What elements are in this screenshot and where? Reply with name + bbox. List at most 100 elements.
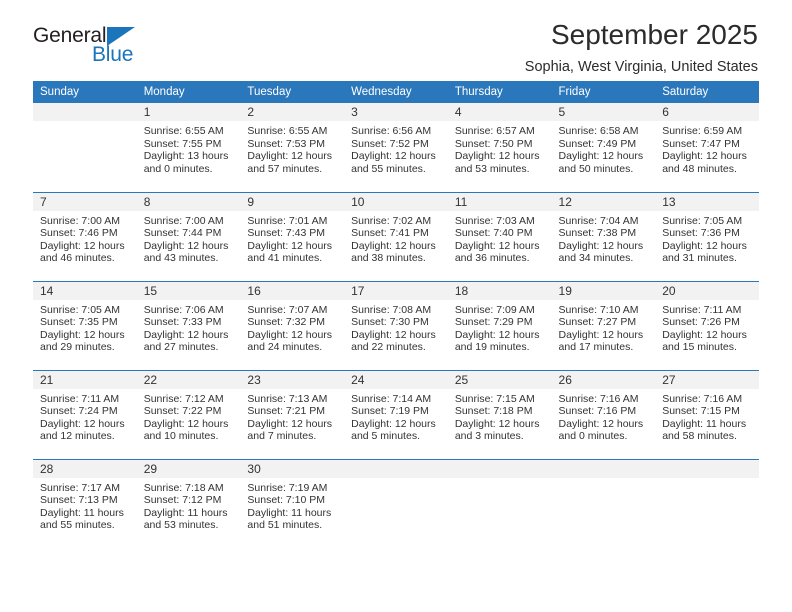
calendar-week-row: 28 Sunrise: 7:17 AM Sunset: 7:13 PM Dayligh… (33, 458, 759, 548)
sunset-time: Sunset: 7:29 PM (454, 316, 533, 329)
calendar-day-cell[interactable]: 26 Sunrise: 7:16 AM Sunset: 7:16 PM Dayligh… (551, 369, 656, 459)
day-sun-info: Sunrise: 7:07 AM Sunset: 7:32 PM Daylight:… (240, 300, 344, 354)
calendar-day-cell[interactable]: 14 Sunrise: 7:05 AM Sunset: 7:35 PM Dayligh… (33, 280, 137, 370)
daylight-duration-line2: and 53 minutes. (454, 162, 530, 175)
day-sun-info: Sunrise: 6:58 AM Sunset: 7:49 PM Daylight:… (552, 121, 656, 175)
calendar-day-cell[interactable]: 11 Sunrise: 7:03 AM Sunset: 7:40 PM Dayligh… (447, 191, 552, 281)
weekday-header-friday: Friday (551, 81, 656, 103)
calendar-day-cell[interactable]: 19 Sunrise: 7:10 AM Sunset: 7:27 PM Dayligh… (551, 280, 656, 370)
sunset-time: Sunset: 7:38 PM (558, 227, 637, 240)
daylight-duration-line2: and 22 minutes. (351, 341, 426, 354)
calendar-day-cell[interactable]: 22 Sunrise: 7:12 AM Sunset: 7:22 PM Dayligh… (136, 369, 241, 459)
calendar-body: 1 Sunrise: 6:55 AM Sunset: 7:55 PM Daylight… (33, 103, 759, 548)
sunrise-time: Sunrise: 7:04 AM (558, 214, 639, 227)
sunrise-time: Sunrise: 7:05 AM (40, 303, 120, 316)
day-number (344, 459, 448, 478)
daylight-duration-line2: and 3 minutes. (454, 430, 524, 443)
daylight-duration-line2: and 5 minutes. (351, 430, 420, 443)
calendar-day-cell[interactable]: 7 Sunrise: 7:00 AM Sunset: 7:46 PM Daylight… (33, 191, 137, 281)
calendar-day-cell[interactable]: 24 Sunrise: 7:14 AM Sunset: 7:19 PM Dayligh… (344, 369, 448, 459)
day-cell-inner: 14 Sunrise: 7:05 AM Sunset: 7:35 PM Dayligh… (33, 281, 137, 370)
calendar-day-cell[interactable]: 23 Sunrise: 7:13 AM Sunset: 7:21 PM Dayligh… (240, 369, 345, 459)
daylight-duration-line2: and 55 minutes. (351, 162, 426, 175)
daylight-duration-line2: and 36 minutes. (454, 252, 530, 265)
calendar-day-cell[interactable]: 28 Sunrise: 7:17 AM Sunset: 7:13 PM Dayligh… (33, 458, 137, 548)
calendar-empty-cell (33, 103, 137, 192)
calendar-day-cell[interactable]: 4 Sunrise: 6:57 AM Sunset: 7:50 PM Daylight… (447, 103, 552, 192)
daylight-duration-line1: Daylight: 12 hours (454, 328, 540, 341)
calendar-day-cell[interactable]: 13 Sunrise: 7:05 AM Sunset: 7:36 PM Dayligh… (655, 191, 759, 281)
daylight-duration-line1: Daylight: 11 hours (143, 506, 228, 519)
calendar-day-cell[interactable]: 3 Sunrise: 6:56 AM Sunset: 7:52 PM Daylight… (344, 103, 448, 192)
day-number: 7 (33, 192, 137, 211)
calendar-day-cell[interactable]: 21 Sunrise: 7:11 AM Sunset: 7:24 PM Dayligh… (33, 369, 137, 459)
sunset-time: Sunset: 7:35 PM (40, 316, 118, 329)
sunset-time: Sunset: 7:26 PM (662, 316, 740, 329)
daylight-duration-line2: and 19 minutes. (454, 341, 530, 354)
day-number: 27 (655, 370, 759, 389)
day-number (551, 459, 656, 478)
sunset-time: Sunset: 7:36 PM (662, 227, 740, 240)
calendar-day-cell[interactable]: 16 Sunrise: 7:07 AM Sunset: 7:32 PM Dayligh… (240, 280, 345, 370)
daylight-duration-line1: Daylight: 12 hours (454, 239, 540, 252)
sunrise-time: Sunrise: 7:12 AM (143, 392, 224, 405)
calendar-day-cell[interactable]: 18 Sunrise: 7:09 AM Sunset: 7:29 PM Dayligh… (447, 280, 552, 370)
sunrise-time: Sunrise: 7:14 AM (351, 392, 432, 405)
sunset-time: Sunset: 7:33 PM (143, 316, 222, 329)
daylight-duration-line2: and 29 minutes. (40, 341, 115, 354)
day-cell-inner: 9 Sunrise: 7:01 AM Sunset: 7:43 PM Daylight… (240, 192, 345, 281)
day-cell-inner: 12 Sunrise: 7:04 AM Sunset: 7:38 PM Dayligh… (551, 192, 656, 281)
calendar-day-cell[interactable]: 1 Sunrise: 6:55 AM Sunset: 7:55 PM Daylight… (136, 103, 241, 192)
daylight-duration-line1: Daylight: 12 hours (247, 417, 333, 430)
calendar-day-cell[interactable]: 29 Sunrise: 7:18 AM Sunset: 7:12 PM Dayligh… (136, 458, 241, 548)
day-sun-info: Sunrise: 7:00 AM Sunset: 7:46 PM Daylight:… (33, 211, 137, 265)
day-sun-info: Sunrise: 7:16 AM Sunset: 7:15 PM Daylight:… (655, 389, 759, 443)
calendar-day-cell[interactable]: 9 Sunrise: 7:01 AM Sunset: 7:43 PM Daylight… (240, 191, 345, 281)
sunset-time: Sunset: 7:15 PM (662, 405, 740, 418)
sunset-time: Sunset: 7:55 PM (143, 137, 222, 150)
day-sun-info: Sunrise: 7:17 AM Sunset: 7:13 PM Daylight:… (33, 478, 137, 532)
calendar-day-cell[interactable]: 5 Sunrise: 6:58 AM Sunset: 7:49 PM Daylight… (551, 103, 656, 192)
sunrise-time: Sunrise: 7:09 AM (454, 303, 535, 316)
daylight-duration-line1: Daylight: 12 hours (662, 239, 747, 252)
sunrise-time: Sunrise: 7:17 AM (40, 481, 120, 494)
day-sun-info: Sunrise: 7:16 AM Sunset: 7:16 PM Daylight:… (552, 389, 656, 443)
calendar-day-cell[interactable]: 6 Sunrise: 6:59 AM Sunset: 7:47 PM Daylight… (655, 103, 759, 192)
calendar-day-cell[interactable]: 27 Sunrise: 7:16 AM Sunset: 7:15 PM Dayligh… (655, 369, 759, 459)
calendar-day-cell[interactable]: 20 Sunrise: 7:11 AM Sunset: 7:26 PM Dayligh… (655, 280, 759, 370)
sunset-time: Sunset: 7:50 PM (454, 137, 533, 150)
calendar-empty-cell (551, 458, 656, 548)
calendar-day-cell[interactable]: 10 Sunrise: 7:02 AM Sunset: 7:41 PM Dayligh… (344, 191, 448, 281)
calendar-day-cell[interactable]: 12 Sunrise: 7:04 AM Sunset: 7:38 PM Dayligh… (551, 191, 656, 281)
calendar-day-cell[interactable]: 30 Sunrise: 7:19 AM Sunset: 7:10 PM Dayligh… (240, 458, 345, 548)
sunset-time: Sunset: 7:22 PM (143, 405, 222, 418)
daylight-duration-line2: and 7 minutes. (247, 430, 317, 443)
calendar-page: General Blue September 2025 Sophia, West… (0, 0, 792, 612)
day-number: 17 (344, 281, 448, 300)
daylight-duration-line2: and 46 minutes. (40, 252, 115, 265)
day-sun-info: Sunrise: 6:57 AM Sunset: 7:50 PM Daylight:… (448, 121, 552, 175)
sunset-time: Sunset: 7:53 PM (247, 137, 326, 150)
day-sun-info: Sunrise: 7:03 AM Sunset: 7:40 PM Daylight:… (448, 211, 552, 265)
daylight-duration-line1: Daylight: 12 hours (558, 150, 644, 163)
day-sun-info: Sunrise: 7:05 AM Sunset: 7:36 PM Daylight:… (655, 211, 759, 265)
sunrise-time: Sunrise: 7:07 AM (247, 303, 328, 316)
logo-text-blue: Blue (92, 43, 134, 66)
day-cell-inner: 26 Sunrise: 7:16 AM Sunset: 7:16 PM Dayligh… (551, 370, 656, 459)
calendar-empty-cell (344, 458, 448, 548)
daylight-duration-line2: and 51 minutes. (247, 519, 323, 532)
sunrise-time: Sunrise: 7:11 AM (40, 392, 120, 405)
calendar-day-cell[interactable]: 15 Sunrise: 7:06 AM Sunset: 7:33 PM Dayligh… (136, 280, 241, 370)
sunrise-time: Sunrise: 7:03 AM (454, 214, 535, 227)
sunrise-time: Sunrise: 6:55 AM (247, 125, 328, 137)
day-number: 22 (136, 370, 241, 389)
calendar-day-cell[interactable]: 2 Sunrise: 6:55 AM Sunset: 7:53 PM Daylight… (240, 103, 345, 192)
calendar-day-cell[interactable]: 8 Sunrise: 7:00 AM Sunset: 7:44 PM Daylight… (136, 191, 241, 281)
calendar-day-cell[interactable]: 25 Sunrise: 7:15 AM Sunset: 7:18 PM Dayligh… (447, 369, 552, 459)
day-cell-inner: 1 Sunrise: 6:55 AM Sunset: 7:55 PM Daylight… (136, 103, 241, 192)
day-cell-inner: 6 Sunrise: 6:59 AM Sunset: 7:47 PM Daylight… (655, 103, 759, 192)
sunset-time: Sunset: 7:47 PM (662, 137, 740, 150)
daylight-duration-line1: Daylight: 11 hours (247, 506, 332, 519)
day-cell-inner: 18 Sunrise: 7:09 AM Sunset: 7:29 PM Dayligh… (447, 281, 552, 370)
calendar-day-cell[interactable]: 17 Sunrise: 7:08 AM Sunset: 7:30 PM Dayligh… (344, 280, 448, 370)
